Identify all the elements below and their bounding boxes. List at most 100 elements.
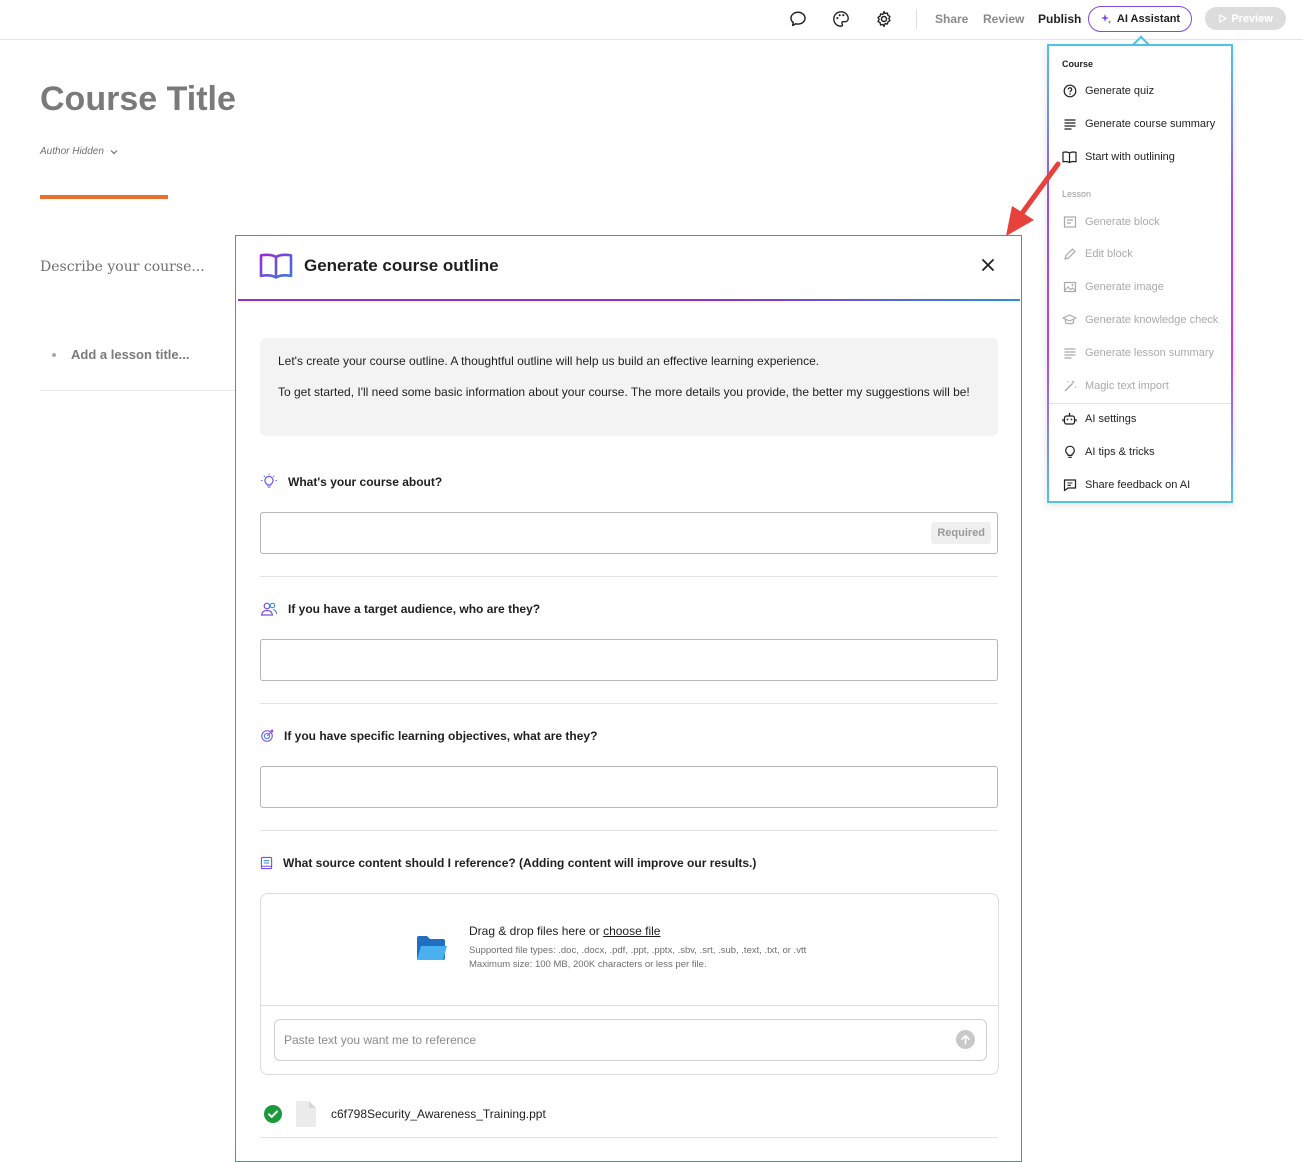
ai-assistant-menu: Course Generate quiz Generate course sum… [1047,44,1233,503]
menu-item-label: AI settings [1085,413,1137,425]
menu-divider [1049,403,1231,404]
comment-icon[interactable] [786,7,810,31]
menu-item-magic-text-import[interactable]: Magic text import [1062,376,1169,396]
drop-text: Drag & drop files here or [469,924,600,938]
question-course-about: What's your course about? [260,473,442,491]
review-link[interactable]: Review [983,12,1024,26]
palette-icon[interactable] [829,7,853,31]
menu-item-label: Generate quiz [1085,85,1155,97]
intro-paragraph: To get started, I'll need some basic inf… [278,385,970,399]
menu-item-ai-settings[interactable]: AI settings [1062,409,1136,429]
question-label: What's your course about? [288,475,443,489]
file-drop-zone[interactable]: Drag & drop files here or choose file Su… [261,894,998,1006]
menu-item-label: Edit block [1085,248,1133,260]
page-divider [40,390,236,391]
menu-item-generate-block[interactable]: Generate block [1062,212,1160,232]
menu-item-share-feedback-on-ai[interactable]: Share feedback on AI [1062,475,1190,495]
question-target-audience: If you have a target audience, who are t… [260,600,540,618]
supported-file-types: Supported file types: .doc, .docx, .pdf,… [469,945,807,956]
menu-item-generate-knowledge-check[interactable]: Generate knowledge check [1062,310,1218,330]
graduation-cap-icon [1062,313,1077,328]
lightbulb-icon [260,473,278,491]
magic-wand-icon [1062,379,1077,394]
preview-label: Preview [1231,12,1273,25]
publish-link[interactable]: Publish [1038,12,1081,26]
top-toolbar: Share Review Publish AI Assistant Previe… [0,0,1303,40]
menu-item-generate-quiz[interactable]: Generate quiz [1062,81,1154,101]
image-icon [1062,280,1077,295]
section-divider [260,576,998,577]
intro-message: Let's create your course outline. A thou… [260,338,998,436]
quiz-icon [1062,84,1077,99]
author-label: Author Hidden [40,146,104,157]
lesson-title-placeholder: Add a lesson title... [71,347,190,362]
annotation-arrow-icon [1006,161,1061,236]
section-divider [260,830,998,831]
uploaded-file-row: c6f798Security_Awareness_Training.ppt [264,1098,998,1130]
check-circle-icon [264,1105,282,1123]
menu-item-label: Generate knowledge check [1085,314,1219,326]
book-icon [1062,150,1077,165]
paste-text-input[interactable] [284,1030,934,1050]
question-source-content: What source content should I reference? … [260,854,756,872]
menu-item-label: Generate course summary [1085,118,1216,130]
block-icon [1062,215,1077,230]
menu-item-label: Share feedback on AI [1085,479,1191,491]
robot-icon [1062,412,1077,427]
course-title[interactable]: Course Title [40,80,236,119]
play-icon [1219,14,1227,23]
pencil-icon [1062,247,1077,262]
close-button[interactable] [978,255,998,275]
max-file-size: Maximum size: 100 MB, 200K characters or… [469,959,707,970]
lesson-title-field[interactable]: Add a lesson title... [52,347,189,362]
section-divider [260,703,998,704]
sparkle-icon [1100,14,1112,24]
course-about-input[interactable]: Required [260,512,998,554]
menu-item-label: Magic text import [1085,380,1169,392]
menu-item-label: Generate image [1085,281,1164,293]
menu-item-generate-image[interactable]: Generate image [1062,277,1164,297]
menu-item-label: AI tips & tricks [1085,446,1155,458]
gear-icon[interactable] [872,7,896,31]
close-icon [982,259,994,271]
author-selector[interactable]: Author Hidden [40,146,118,157]
ai-assistant-button[interactable]: AI Assistant [1088,6,1192,32]
source-content-box: Drag & drop files here or choose file Su… [260,893,999,1075]
menu-item-generate-course-summary[interactable]: Generate course summary [1062,114,1215,134]
section-divider [260,1137,998,1138]
menu-item-ai-tips-and-tricks[interactable]: AI tips & tricks [1062,442,1155,462]
choose-file-link[interactable]: choose file [603,924,660,938]
submit-text-button[interactable] [956,1030,975,1049]
menu-item-generate-lesson-summary[interactable]: Generate lesson summary [1062,343,1214,363]
course-description-field[interactable]: Describe your course... [40,259,205,275]
feedback-icon [1062,478,1077,493]
menu-item-edit-block[interactable]: Edit block [1062,244,1133,264]
drop-instructions: Drag & drop files here or choose file [469,924,660,938]
menu-item-label: Generate lesson summary [1085,347,1214,359]
uploaded-file-name: c6f798Security_Awareness_Training.ppt [331,1107,546,1121]
menu-item-label: Start with outlining [1085,151,1175,163]
question-label: If you have a target audience, who are t… [288,602,541,616]
modal-title: Generate course outline [304,256,499,275]
preview-button[interactable]: Preview [1205,7,1286,30]
modal-header: Generate course outline [236,236,1021,301]
file-icon [296,1101,316,1127]
ai-assistant-label: AI Assistant [1116,13,1181,25]
summary-icon [1062,346,1077,361]
menu-item-start-with-outlining[interactable]: Start with outlining [1062,147,1175,167]
book-icon [259,253,293,279]
target-icon [260,727,274,745]
question-learning-objectives: If you have specific learning objectives… [260,727,597,745]
learning-objectives-input[interactable] [260,766,998,808]
intro-paragraph: Let's create your course outline. A thou… [278,354,820,368]
target-audience-input[interactable] [260,639,998,681]
header-gradient-line [238,299,1020,301]
users-icon [260,600,278,618]
question-label: If you have specific learning objectives… [284,729,598,743]
share-link[interactable]: Share [935,12,968,26]
arrow-up-icon [961,1034,970,1045]
paste-text-box [274,1019,987,1061]
question-label: What source content should I reference? … [283,856,757,870]
menu-item-label: Generate block [1085,216,1160,228]
chevron-down-icon [110,149,118,154]
